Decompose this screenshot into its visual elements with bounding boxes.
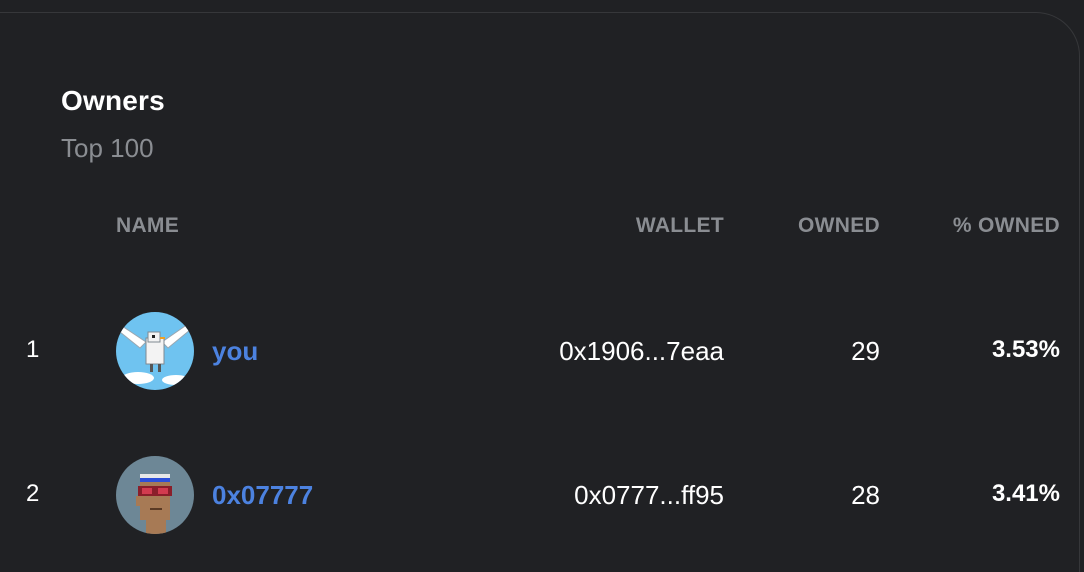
pct-owned: 3.53% bbox=[991, 336, 1060, 363]
rank-number: 2 bbox=[26, 480, 40, 507]
owned-count: 28 bbox=[851, 480, 880, 510]
wallet-address[interactable]: 0x1906...7eaa bbox=[559, 336, 724, 367]
pixel-punk-avatar-icon[interactable] bbox=[116, 456, 194, 534]
section-subtitle: Top 100 bbox=[61, 133, 154, 163]
pct-owned: 3.41% bbox=[991, 480, 1060, 507]
section-title: Owners bbox=[61, 85, 165, 116]
column-header-pct-owned[interactable]: % OWNED bbox=[953, 214, 1060, 238]
table-row[interactable]: 1 you 0x1906...7eaa 29 3.53% bbox=[0, 312, 1084, 392]
column-header-owned[interactable]: OWNED bbox=[798, 214, 880, 238]
rank-number: 1 bbox=[26, 336, 40, 363]
owner-name-link[interactable]: 0x07777 bbox=[212, 480, 313, 511]
pixel-bird-avatar-icon[interactable] bbox=[116, 312, 194, 390]
wallet-address[interactable]: 0x0777...ff95 bbox=[574, 480, 724, 511]
table-row[interactable]: 2 0x07777 0x0777...ff95 28 3.41% bbox=[0, 456, 1084, 536]
column-header-wallet[interactable]: WALLET bbox=[636, 214, 724, 238]
owned-count: 29 bbox=[851, 336, 880, 366]
owner-name-link[interactable]: you bbox=[212, 336, 258, 367]
column-header-name[interactable]: NAME bbox=[116, 214, 179, 238]
